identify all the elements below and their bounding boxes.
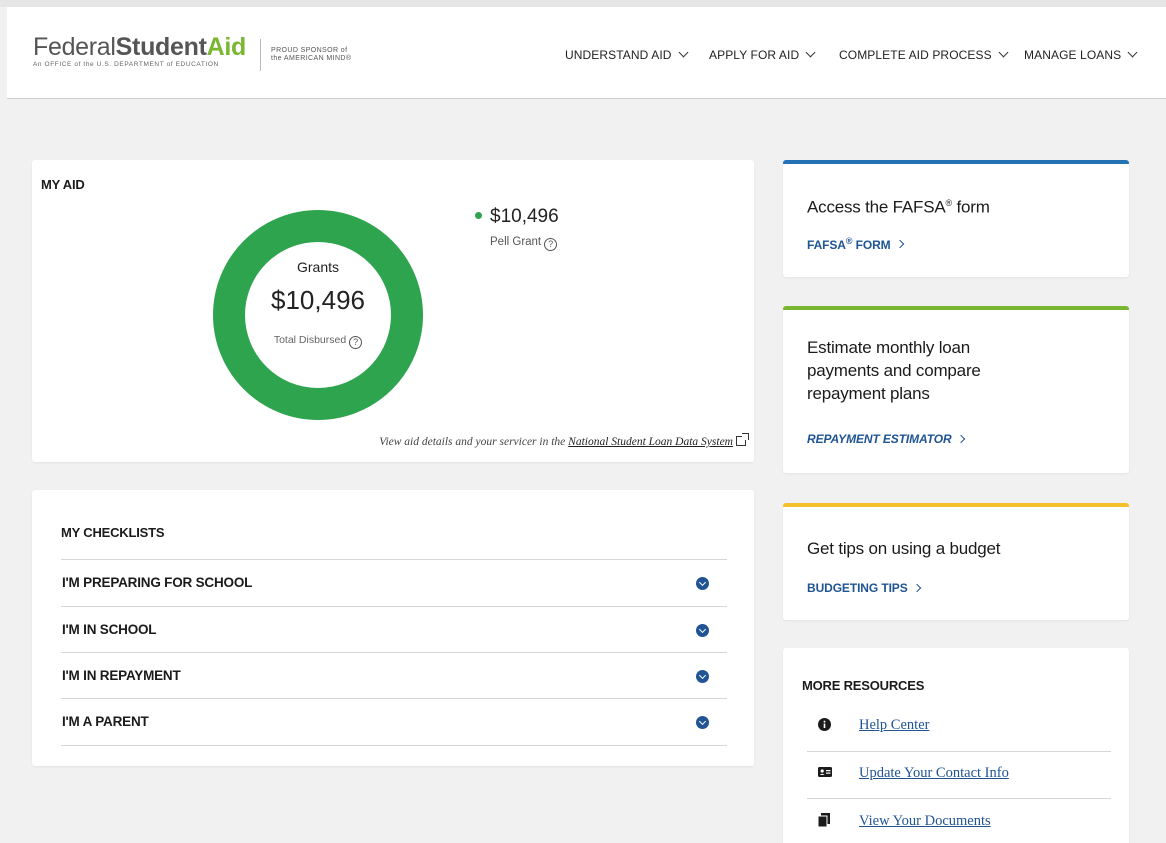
more-resources-card: MORE RESOURCES Help Center Update Your C… bbox=[783, 648, 1129, 843]
resource-help-center[interactable]: Help Center bbox=[807, 704, 1111, 751]
top-strip bbox=[0, 0, 1166, 7]
help-question-icon[interactable]: ? bbox=[349, 336, 363, 349]
chevron-right-icon bbox=[912, 583, 921, 593]
update-contact-info-link[interactable]: Update Your Contact Info bbox=[859, 765, 1009, 782]
fafsa-heading: Access the FAFSA® form bbox=[807, 192, 990, 219]
logo-divider bbox=[260, 39, 261, 71]
fafsa-heading-text: Access the FAFSA bbox=[807, 197, 946, 217]
view-documents-link[interactable]: View Your Documents bbox=[859, 813, 991, 830]
chevron-right-icon bbox=[956, 434, 965, 444]
sponsor-tagline: PROUD SPONSOR of the AMERICAN MIND® bbox=[271, 47, 351, 63]
sponsor-line-1: PROUD SPONSOR of bbox=[271, 47, 348, 54]
chevron-down-circle-icon[interactable] bbox=[696, 577, 709, 590]
aid-footer-text: View aid details and your servicer in th… bbox=[379, 436, 566, 448]
checklist-preparing[interactable]: I'M PREPARING FOR SCHOOL bbox=[61, 559, 727, 606]
documents-icon bbox=[818, 813, 830, 827]
fafsa-form-link[interactable]: FAFSA® FORM bbox=[807, 236, 904, 252]
fafsa-link-prefix: FAFSA bbox=[807, 238, 846, 252]
nav-label: MANAGE LOANS bbox=[1024, 48, 1122, 62]
legend-dot bbox=[475, 212, 482, 219]
checklist-label: I'M IN REPAYMENT bbox=[62, 668, 181, 683]
nav-apply-for-aid[interactable]: APPLY FOR AID bbox=[709, 47, 816, 62]
repayment-link-label: REPAYMENT ESTIMATOR bbox=[807, 432, 952, 446]
contact-card-icon bbox=[818, 767, 832, 777]
resource-divider bbox=[807, 798, 1111, 799]
checklists-title: MY CHECKLISTS bbox=[61, 525, 165, 540]
checklist-label: I'M A PARENT bbox=[62, 714, 149, 729]
checklist-in-repayment[interactable]: I'M IN REPAYMENT bbox=[61, 652, 727, 699]
budget-link-label: BUDGETING TIPS bbox=[807, 581, 908, 595]
legend-amount: $10,496 bbox=[490, 206, 559, 227]
fafsa-heading-suffix: form bbox=[951, 197, 990, 217]
logo-word-student: Student bbox=[115, 33, 207, 61]
repayment-card: Estimate monthly loan payments and compa… bbox=[783, 306, 1129, 473]
resources-title: MORE RESOURCES bbox=[802, 678, 925, 693]
my-aid-title: MY AID bbox=[41, 177, 85, 192]
aid-footer: View aid details and your servicer in th… bbox=[379, 433, 749, 448]
checklist-divider bbox=[61, 745, 727, 746]
help-center-link[interactable]: Help Center bbox=[859, 717, 929, 734]
nav-manage-loans[interactable]: MANAGE LOANS bbox=[1024, 47, 1138, 62]
logo-word-federal: Federal bbox=[33, 33, 116, 61]
fafsa-link-label: FAFSA® FORM bbox=[807, 236, 891, 252]
external-link-icon bbox=[736, 433, 749, 446]
nav-label: APPLY FOR AID bbox=[709, 48, 800, 62]
logo-word-aid: Aid bbox=[206, 33, 247, 61]
chevron-down-icon bbox=[1127, 47, 1138, 58]
budgeting-tips-link[interactable]: BUDGETING TIPS bbox=[807, 581, 921, 595]
repayment-estimator-link[interactable]: REPAYMENT ESTIMATOR bbox=[807, 432, 965, 446]
legend-name: Pell Grant? bbox=[490, 236, 558, 251]
total-disbursed-label: Total Disbursed bbox=[273, 334, 347, 346]
chevron-right-icon bbox=[895, 239, 904, 249]
checklist-label: I'M PREPARING FOR SCHOOL bbox=[62, 575, 253, 590]
checklist-parent[interactable]: I'M A PARENT bbox=[61, 698, 727, 745]
resource-documents[interactable]: View Your Documents bbox=[807, 800, 1111, 843]
chevron-down-icon bbox=[805, 47, 816, 58]
resource-contact-info[interactable]: Update Your Contact Info bbox=[807, 752, 1111, 799]
donut-total-amount: $10,496 bbox=[271, 285, 365, 315]
fafsa-link-suffix: FORM bbox=[852, 238, 891, 252]
fafsa-card: Access the FAFSA® form FAFSA® FORM bbox=[783, 160, 1129, 277]
site-header: FederalStudentAid An OFFICE of the U.S. … bbox=[7, 7, 1166, 99]
nav-understand-aid[interactable]: UNDERSTAND AID bbox=[565, 47, 688, 62]
chevron-down-circle-icon[interactable] bbox=[696, 716, 709, 729]
checklist-in-school[interactable]: I'M IN SCHOOL bbox=[61, 606, 727, 653]
chevron-down-icon bbox=[998, 47, 1009, 58]
fsa-logo[interactable]: FederalStudentAid An OFFICE of the U.S. … bbox=[33, 34, 246, 68]
donut-total-label: Total Disbursed? bbox=[213, 334, 423, 349]
nav-label: UNDERSTAND AID bbox=[565, 48, 672, 62]
my-checklists-card: MY CHECKLISTS I'M PREPARING FOR SCHOOL I… bbox=[32, 490, 754, 766]
help-question-icon[interactable]: ? bbox=[544, 238, 558, 251]
checklist-label: I'M IN SCHOOL bbox=[62, 622, 157, 637]
legend-label: Pell Grant bbox=[490, 236, 542, 248]
nslds-link[interactable]: National Student Loan Data System bbox=[568, 436, 733, 448]
nav-complete-aid-process[interactable]: COMPLETE AID PROCESS bbox=[839, 47, 1009, 62]
info-icon bbox=[818, 718, 831, 731]
nav-label: COMPLETE AID PROCESS bbox=[839, 48, 992, 62]
repayment-heading: Estimate monthly loan payments and compa… bbox=[807, 338, 981, 403]
budget-heading: Get tips on using a budget bbox=[807, 539, 1001, 558]
donut-category-label: Grants bbox=[296, 259, 339, 275]
chevron-down-circle-icon[interactable] bbox=[696, 670, 709, 683]
sponsor-line-2: the AMERICAN MIND® bbox=[271, 55, 352, 62]
chevron-down-circle-icon[interactable] bbox=[696, 624, 709, 637]
budget-card: Get tips on using a budget BUDGETING TIP… bbox=[783, 503, 1129, 620]
logo-subtitle: An OFFICE of the U.S. DEPARTMENT of EDUC… bbox=[33, 61, 219, 68]
chevron-down-icon bbox=[678, 47, 688, 58]
